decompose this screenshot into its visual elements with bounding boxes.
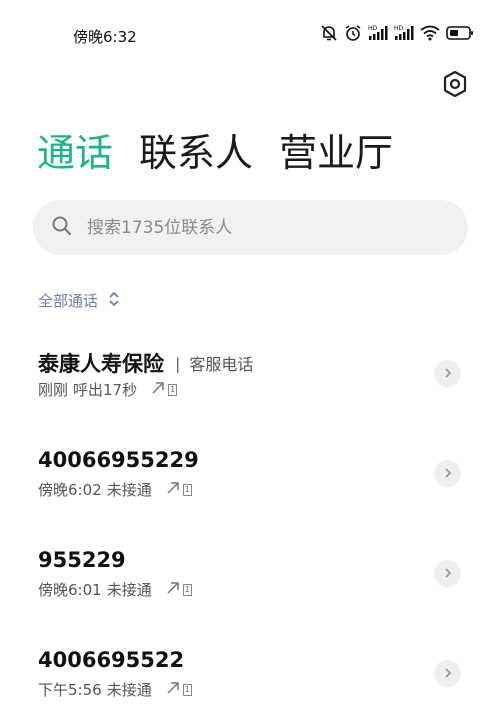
call-row[interactable]: 955229 傍晚6:01 未接通 1 bbox=[0, 532, 500, 632]
call-tag: 客服电话 bbox=[189, 355, 254, 374]
search-icon bbox=[51, 215, 73, 241]
call-name: 40066955229 bbox=[38, 448, 199, 472]
call-name: 955229 bbox=[38, 548, 126, 572]
status-icons: HD HD bbox=[320, 24, 474, 42]
settings-icon bbox=[442, 70, 468, 102]
tab-service-hall[interactable]: 营业厅 bbox=[279, 128, 393, 178]
outgoing-arrow-icon bbox=[166, 681, 180, 699]
tab-calls[interactable]: 通话 bbox=[37, 128, 113, 178]
outgoing-arrow-icon bbox=[166, 481, 180, 499]
separator: | bbox=[175, 353, 181, 373]
call-time: 傍晚6:01 bbox=[38, 581, 102, 599]
call-status: 呼出17秒 bbox=[73, 381, 138, 399]
call-row[interactable]: 40066955229 傍晚6:02 未接通 1 bbox=[0, 432, 500, 532]
call-details-button[interactable] bbox=[434, 460, 461, 487]
main-tabs: 通话 联系人 营业厅 bbox=[37, 128, 393, 178]
sim-card-icon: 1 bbox=[182, 683, 192, 696]
signal-2-icon: HD bbox=[394, 24, 414, 42]
call-time: 刚刚 bbox=[38, 381, 69, 399]
svg-text:HD: HD bbox=[394, 25, 404, 32]
call-row[interactable]: 泰康人寿保险 | 客服电话 刚刚 呼出17秒 1 bbox=[0, 332, 500, 432]
call-details-button[interactable] bbox=[434, 360, 461, 387]
outgoing-arrow-icon bbox=[166, 581, 180, 599]
sim-card-icon: 1 bbox=[168, 383, 178, 396]
call-time: 下午5:56 bbox=[38, 681, 102, 699]
chevron-right-icon bbox=[443, 664, 453, 683]
sim-card-icon: 1 bbox=[182, 583, 192, 596]
chevron-right-icon bbox=[443, 364, 453, 383]
chevron-right-icon bbox=[443, 564, 453, 583]
mute-bell-icon bbox=[320, 24, 338, 42]
call-list: 泰康人寿保险 | 客服电话 刚刚 呼出17秒 1 40066955229 傍晚6… bbox=[0, 332, 500, 728]
call-details-button[interactable] bbox=[434, 560, 461, 587]
call-status: 未接通 bbox=[106, 481, 152, 499]
status-bar: 傍晚6:32 HD HD bbox=[0, 0, 500, 70]
alarm-icon bbox=[344, 24, 362, 42]
filter-label: 全部通话 bbox=[38, 292, 99, 310]
wifi-icon bbox=[420, 25, 440, 41]
sort-updown-icon bbox=[108, 291, 120, 311]
call-name: 4006695522 bbox=[38, 648, 185, 672]
call-status: 未接通 bbox=[106, 681, 152, 699]
search-input[interactable] bbox=[87, 217, 407, 238]
settings-button[interactable] bbox=[439, 70, 471, 102]
call-filter[interactable]: 全部通话 bbox=[38, 290, 120, 311]
call-name: 泰康人寿保险 bbox=[38, 352, 164, 376]
svg-text:HD: HD bbox=[368, 25, 378, 32]
chevron-right-icon bbox=[443, 464, 453, 483]
call-details-button[interactable] bbox=[434, 660, 461, 687]
sim-card-icon: 1 bbox=[182, 483, 192, 496]
status-time: 傍晚6:32 bbox=[73, 28, 137, 46]
tab-contacts[interactable]: 联系人 bbox=[139, 128, 253, 178]
call-time: 傍晚6:02 bbox=[38, 481, 102, 499]
search-bar[interactable] bbox=[33, 200, 468, 255]
battery-icon bbox=[446, 26, 474, 40]
call-row[interactable]: 4006695522 下午5:56 未接通 1 bbox=[0, 632, 500, 728]
call-status: 未接通 bbox=[106, 581, 152, 599]
outgoing-arrow-icon bbox=[151, 381, 165, 399]
signal-1-icon: HD bbox=[368, 24, 388, 42]
